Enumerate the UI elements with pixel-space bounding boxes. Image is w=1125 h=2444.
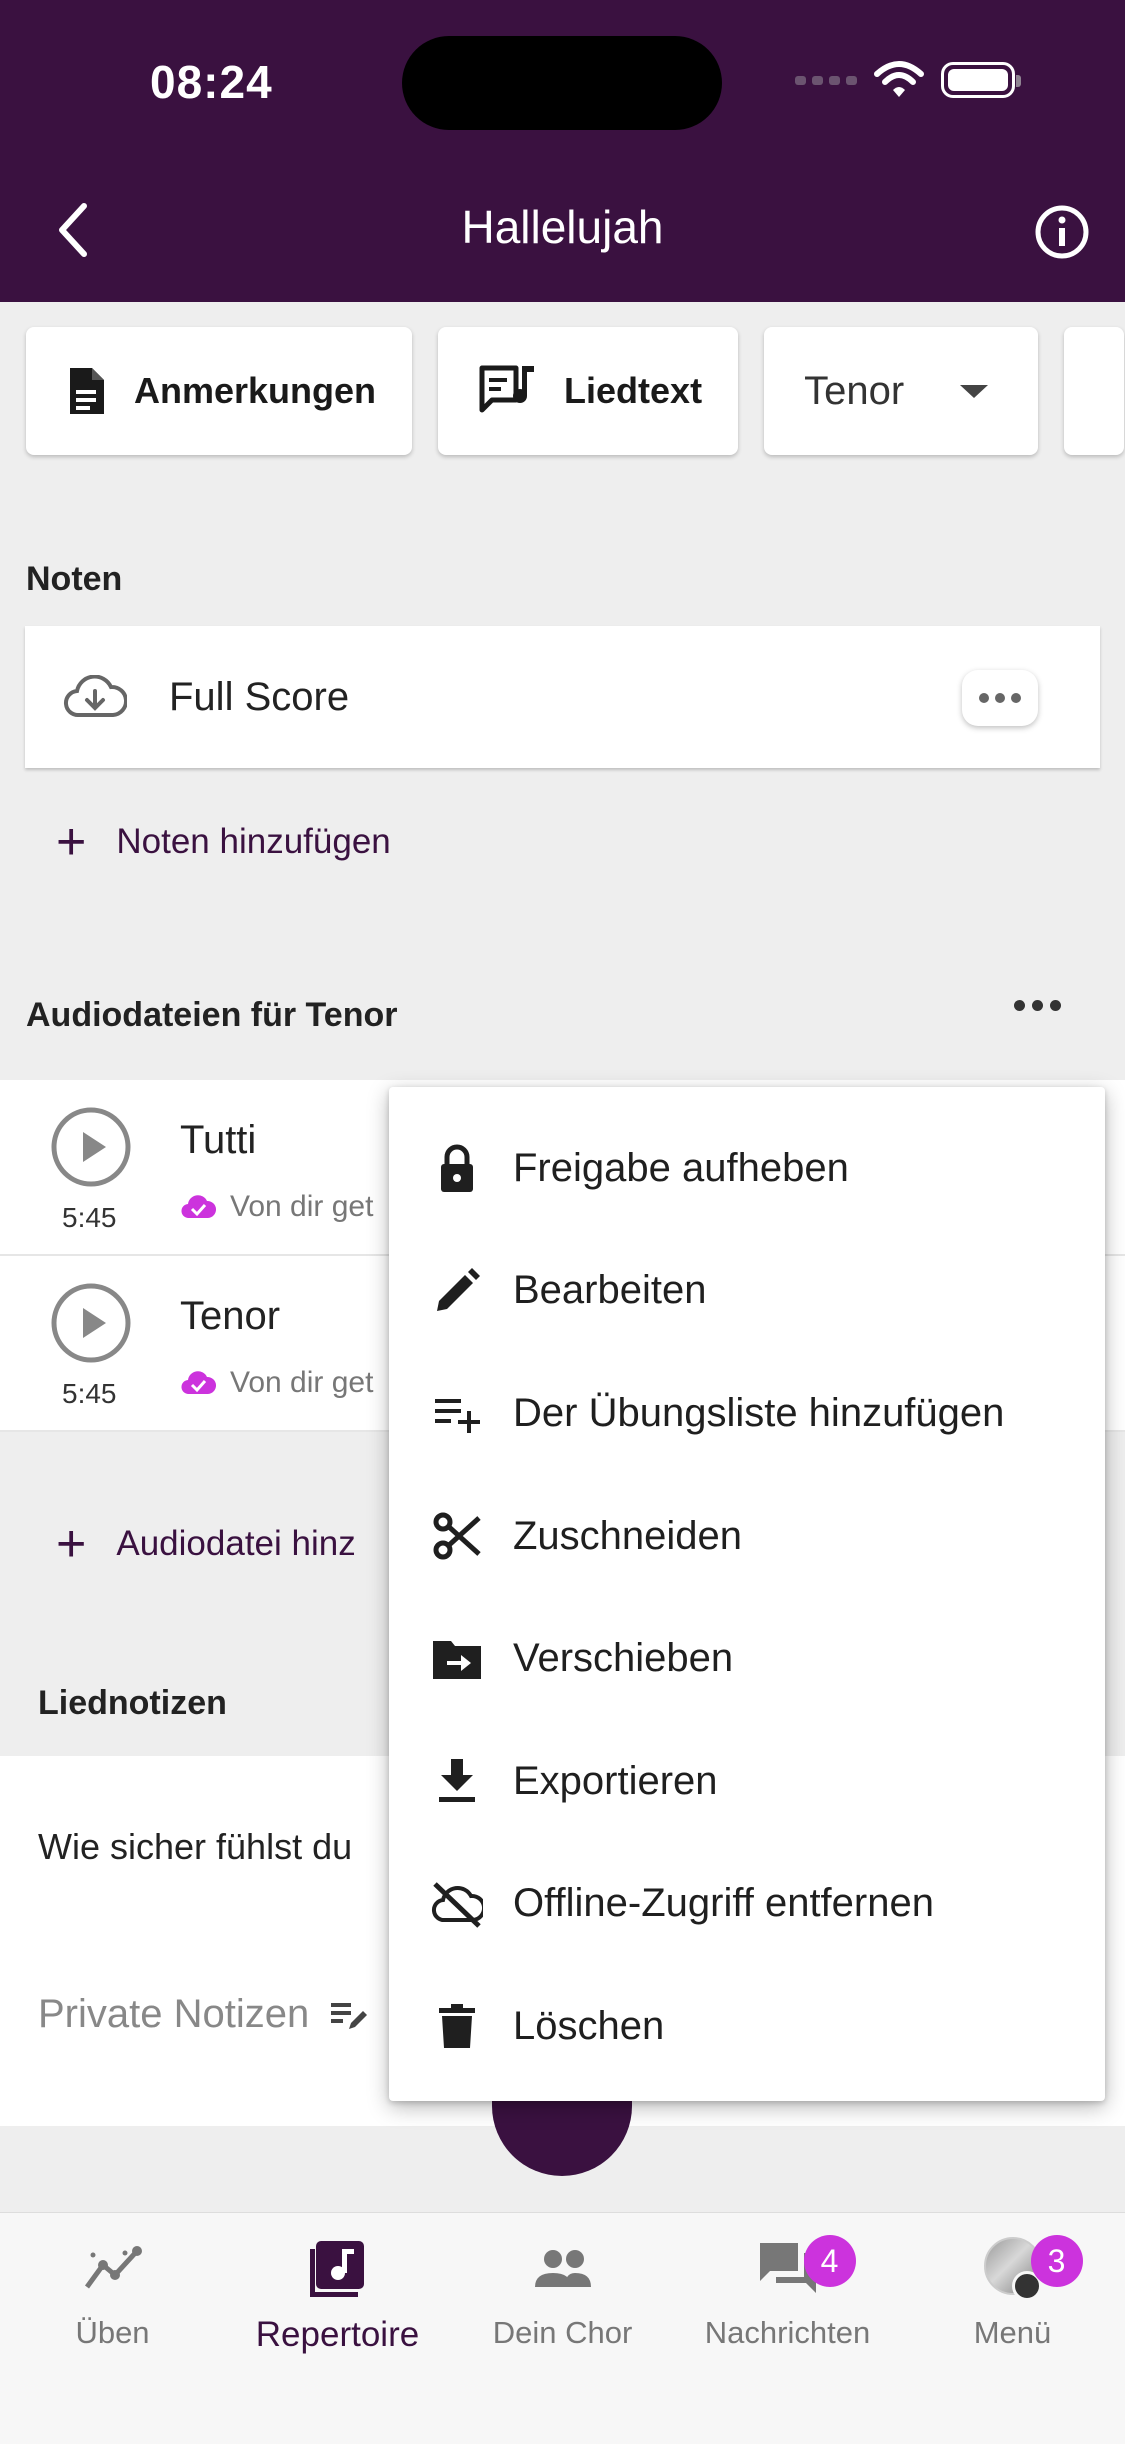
status-icons	[795, 60, 1021, 100]
play-icon[interactable]	[50, 1106, 132, 1188]
menu-item-label: Verschieben	[513, 1636, 734, 1681]
annotations-chip-label: Anmerkungen	[134, 370, 377, 411]
menu-item-remove-offline[interactable]: Offline-Zugriff entfernen	[389, 1843, 1105, 1966]
menu-item-label: Bearbeiten	[513, 1268, 707, 1313]
info-icon[interactable]	[1034, 204, 1090, 260]
menu-item-label: Der Übungsliste hinzufügen	[513, 1390, 1005, 1435]
shared-status-label: Von dir get	[230, 1366, 374, 1399]
nav-item-choir[interactable]: Dein Chor	[450, 2237, 675, 2351]
pencil-icon	[437, 1267, 480, 1311]
menu-item-label: Freigabe aufheben	[513, 1145, 849, 1190]
battery-icon	[941, 62, 1021, 98]
voice-select[interactable]: Tenor	[764, 327, 1039, 455]
add-audio-button[interactable]: + Audiodatei hinz	[56, 1518, 356, 1570]
chart-line-icon	[84, 2246, 142, 2289]
lyrics-icon	[479, 365, 535, 413]
audio-title: Tutti	[180, 1118, 257, 1162]
private-notes-label: Private Notizen	[38, 1992, 310, 2036]
nav-label: Üben	[75, 2315, 150, 2350]
download-icon	[439, 1759, 475, 1803]
audio-section-title: Audiodateien für Tenor	[26, 996, 398, 1034]
status-time: 08:24	[150, 56, 273, 108]
voice-select-value: Tenor	[804, 368, 905, 413]
add-audio-label: Audiodatei hinz	[116, 1524, 356, 1563]
document-icon	[70, 368, 104, 414]
menu-item-add-to-practice-list[interactable]: Der Übungsliste hinzufügen	[389, 1352, 1105, 1475]
song-notes-title: Liednotizen	[38, 1684, 227, 1722]
lock-icon	[441, 1144, 473, 1193]
audio-more-icon[interactable]	[1014, 1000, 1061, 1011]
messages-badge: 4	[803, 2235, 856, 2287]
menu-badge: 3	[1030, 2235, 1083, 2287]
nav-label: Nachrichten	[704, 2315, 871, 2350]
nav-item-menu[interactable]: 3 Menü	[900, 2235, 1125, 2351]
dropdown-arrow-icon	[960, 385, 989, 398]
add-score-label: Noten hinzufügen	[116, 822, 391, 861]
menu-item-label: Exportieren	[513, 1758, 718, 1803]
cloud-off-icon	[432, 1882, 483, 1928]
cloud-download-icon	[64, 675, 127, 718]
play-icon[interactable]	[50, 1282, 132, 1364]
wifi-icon	[874, 61, 924, 97]
audio-title: Tenor	[180, 1294, 281, 1338]
trash-icon	[439, 2004, 475, 2049]
score-more-button[interactable]	[962, 670, 1038, 726]
menu-item-move[interactable]: Verschieben	[389, 1597, 1105, 1720]
filter-chips: Anmerkungen Liedtext Tenor	[26, 327, 1125, 455]
nav-label: Repertoire	[255, 2315, 420, 2354]
edit-notes-icon	[331, 2002, 368, 2029]
more-chip[interactable]	[1064, 327, 1125, 455]
group-icon	[534, 2250, 591, 2287]
menu-item-trim[interactable]: Zuschneiden	[389, 1475, 1105, 1598]
add-score-button[interactable]: + Noten hinzufügen	[56, 816, 391, 868]
music-note-icon	[309, 2241, 364, 2297]
page-title: Hallelujah	[461, 201, 664, 253]
plus-icon: +	[56, 813, 87, 871]
menu-item-export[interactable]: Exportieren	[389, 1720, 1105, 1843]
bottom-nav: Üben Repertoire Dein Chor 4 Nachrichten …	[0, 2212, 1125, 2444]
nav-label: Menü	[973, 2315, 1052, 2350]
audio-duration: 5:45	[62, 1378, 117, 1409]
menu-item-delete[interactable]: Löschen	[389, 1965, 1105, 2088]
noten-section-title: Noten	[26, 560, 123, 598]
shared-status-label: Von dir get	[230, 1190, 374, 1223]
menu-item-label: Offline-Zugriff entfernen	[513, 1881, 934, 1926]
nav-item-practice[interactable]: Üben	[0, 2237, 225, 2351]
lyrics-chip[interactable]: Liedtext	[438, 327, 739, 455]
shared-status: Von dir get	[180, 1190, 373, 1224]
confidence-question: Wie sicher fühlst du	[38, 1826, 353, 1867]
scissors-icon	[433, 1512, 481, 1560]
dynamic-island	[402, 36, 722, 130]
shared-status: Von dir get	[180, 1366, 373, 1400]
annotations-chip[interactable]: Anmerkungen	[26, 327, 413, 455]
audio-duration: 5:45	[62, 1202, 117, 1233]
cloud-check-icon	[181, 1371, 216, 1395]
score-name: Full Score	[169, 674, 350, 719]
score-item[interactable]: Full Score	[25, 626, 1100, 768]
menu-item-edit[interactable]: Bearbeiten	[389, 1230, 1105, 1353]
menu-item-label: Löschen	[513, 2003, 665, 2048]
app-header: 08:24 Hallelujah	[0, 0, 1125, 302]
folder-move-icon	[433, 1640, 481, 1679]
nav-item-repertoire[interactable]: Repertoire	[225, 2237, 450, 2355]
playlist-add-icon	[435, 1399, 480, 1434]
menu-item-label: Zuschneiden	[513, 1513, 743, 1558]
plus-icon: +	[56, 1515, 87, 1573]
cellular-signal-icon	[795, 75, 857, 85]
context-menu: Freigabe aufheben Bearbeiten Der Übungsl…	[389, 1087, 1105, 2101]
nav-item-messages[interactable]: 4 Nachrichten	[675, 2235, 900, 2351]
cloud-check-icon	[181, 1195, 216, 1219]
private-notes-field[interactable]: Private Notizen	[38, 1992, 369, 2037]
nav-label: Dein Chor	[492, 2315, 633, 2350]
menu-item-unshare[interactable]: Freigabe aufheben	[389, 1107, 1105, 1230]
lyrics-chip-label: Liedtext	[564, 370, 703, 411]
